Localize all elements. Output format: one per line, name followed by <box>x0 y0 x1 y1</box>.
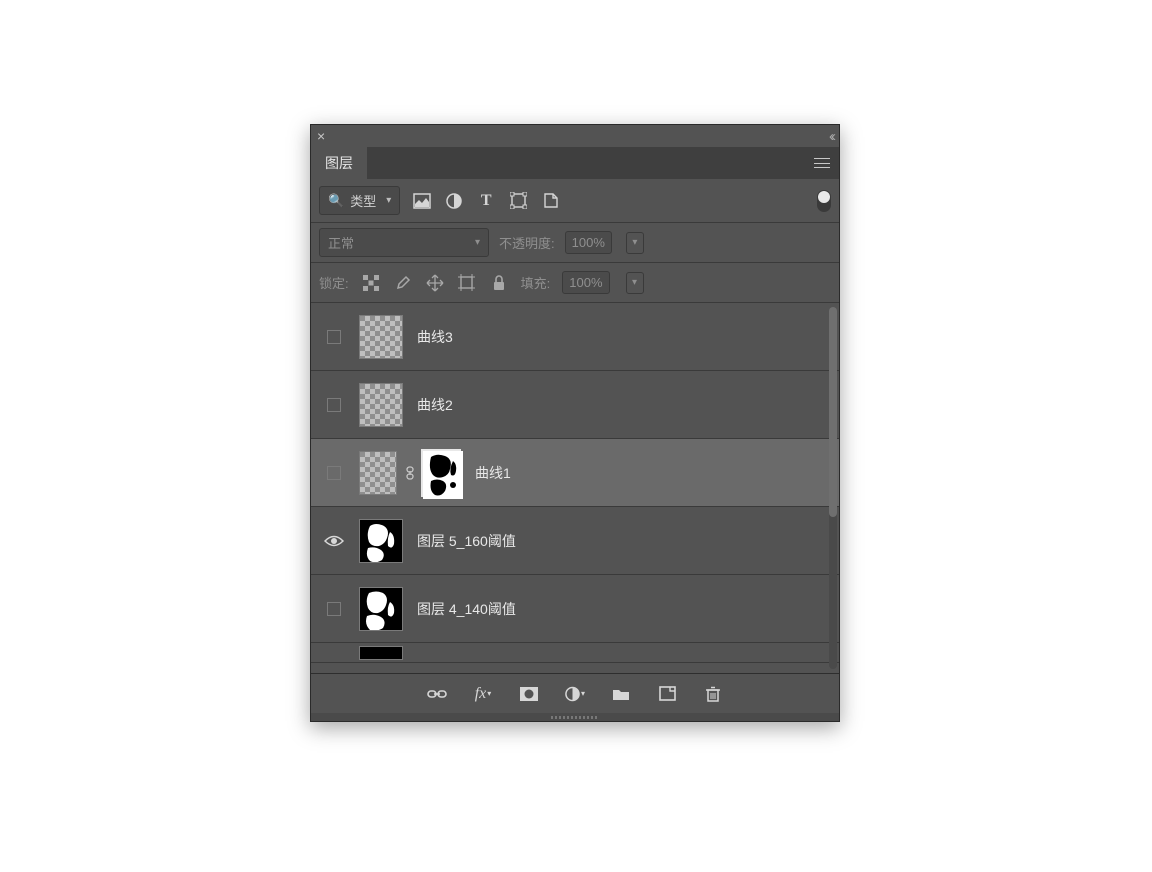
visibility-toggle[interactable] <box>317 330 351 344</box>
tab-label: 图层 <box>325 153 353 173</box>
layer-name: 曲线2 <box>417 395 453 415</box>
layer-row[interactable]: 图层 5_160阈值 <box>311 507 839 575</box>
lock-all-icon[interactable] <box>489 273 509 293</box>
filter-row: 🔍 类型 ▾ T <box>311 179 839 223</box>
layer-thumbnail[interactable] <box>359 451 397 495</box>
new-group-icon[interactable] <box>611 684 631 704</box>
opacity-input[interactable]: 100% <box>565 231 612 254</box>
lock-position-icon[interactable] <box>425 273 445 293</box>
layer-mask-thumbnail[interactable] <box>421 449 461 497</box>
lock-row: 锁定: 填充: 100% ▾ <box>311 263 839 303</box>
filter-pixel-icon[interactable] <box>412 191 432 211</box>
layer-thumbnail[interactable] <box>359 519 403 563</box>
fill-label: 填充: <box>521 273 551 292</box>
eye-icon <box>324 534 344 548</box>
visibility-toggle[interactable] <box>317 466 351 480</box>
fill-stepper[interactable]: ▾ <box>626 272 644 294</box>
filter-adjustment-icon[interactable] <box>444 191 464 211</box>
collapse-icon[interactable]: ‹‹ <box>829 128 833 145</box>
layer-thumbnail[interactable] <box>359 587 403 631</box>
blend-row: 正常 ▾ 不透明度: 100% ▾ <box>311 223 839 263</box>
scrollbar-thumb[interactable] <box>829 307 837 517</box>
panel-footer: fx▾ ▾ <box>311 673 839 713</box>
lock-transparency-icon[interactable] <box>361 273 381 293</box>
visibility-toggle[interactable] <box>317 534 351 548</box>
chevron-down-icon: ▾ <box>386 195 391 206</box>
layers-panel: × ‹‹ 图层 🔍 类型 ▾ T 正常 <box>310 124 840 722</box>
close-icon[interactable]: × <box>317 128 325 144</box>
layer-name: 曲线1 <box>475 463 511 483</box>
lock-pixels-icon[interactable] <box>393 273 413 293</box>
panel-menu-icon[interactable] <box>805 147 839 179</box>
layer-thumbnail[interactable] <box>359 315 403 359</box>
opacity-label: 不透明度: <box>499 233 555 252</box>
filter-kind-label: 类型 <box>350 191 376 210</box>
layer-row[interactable]: 曲线2 <box>311 371 839 439</box>
layer-name: 图层 5_160阈值 <box>417 531 516 551</box>
link-layers-icon[interactable] <box>427 684 447 704</box>
filter-toggle[interactable] <box>817 190 831 212</box>
blend-mode-select[interactable]: 正常 ▾ <box>319 228 489 257</box>
new-layer-icon[interactable] <box>657 684 677 704</box>
layer-list: 曲线3 曲线2 曲线1 图层 5_ <box>311 303 839 673</box>
layer-name: 图层 4_140阈值 <box>417 599 516 619</box>
filter-kind-select[interactable]: 🔍 类型 ▾ <box>319 186 400 215</box>
filter-smartobject-icon[interactable] <box>540 191 560 211</box>
fx-icon[interactable]: fx▾ <box>473 684 493 704</box>
new-adjustment-icon[interactable]: ▾ <box>565 684 585 704</box>
fill-input[interactable]: 100% <box>562 271 609 294</box>
layer-row[interactable]: 图层 4_140阈值 <box>311 575 839 643</box>
add-mask-icon[interactable] <box>519 684 539 704</box>
chevron-down-icon: ▾ <box>475 237 480 248</box>
layer-row[interactable] <box>311 643 839 663</box>
panel-titlebar: × ‹‹ <box>311 125 839 147</box>
delete-layer-icon[interactable] <box>703 684 723 704</box>
visibility-toggle[interactable] <box>317 602 351 616</box>
panel-tabrow: 图层 <box>311 147 839 179</box>
search-icon: 🔍 <box>328 193 344 209</box>
layer-thumbnail[interactable] <box>359 383 403 427</box>
lock-label: 锁定: <box>319 273 349 292</box>
filter-shape-icon[interactable] <box>508 191 528 211</box>
tab-layers[interactable]: 图层 <box>311 147 367 179</box>
layer-name: 曲线3 <box>417 327 453 347</box>
filter-type-icon[interactable]: T <box>476 191 496 211</box>
layer-thumbnail[interactable] <box>359 646 403 660</box>
blend-mode-label: 正常 <box>328 233 354 252</box>
opacity-value: 100% <box>572 235 605 250</box>
mask-link-icon[interactable] <box>405 466 415 480</box>
opacity-stepper[interactable]: ▾ <box>626 232 644 254</box>
resize-grip[interactable] <box>311 713 839 721</box>
visibility-toggle[interactable] <box>317 398 351 412</box>
layer-row[interactable]: 曲线1 <box>311 439 839 507</box>
fill-value: 100% <box>569 275 602 290</box>
layer-row[interactable]: 曲线3 <box>311 303 839 371</box>
lock-artboard-icon[interactable] <box>457 273 477 293</box>
